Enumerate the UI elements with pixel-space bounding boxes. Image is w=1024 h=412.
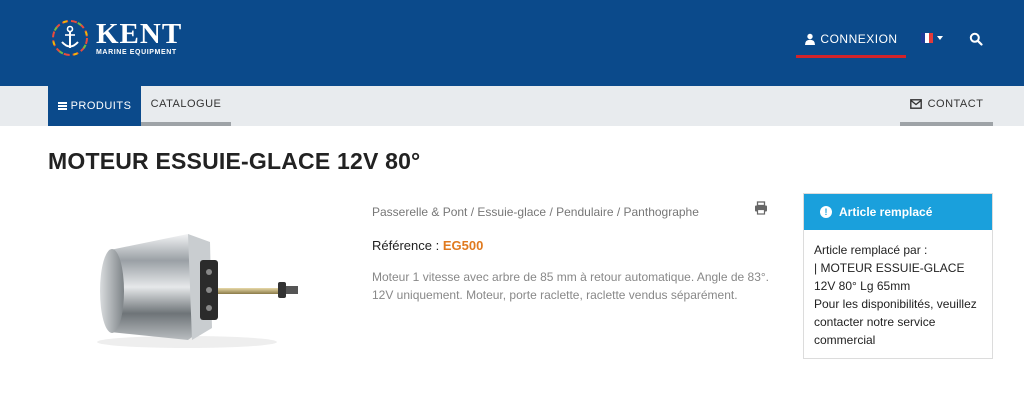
replaced-intro: Article remplacé par : [814, 243, 928, 257]
login-link[interactable]: CONNEXION [796, 24, 906, 58]
tab-catalogue-label: CATALOGUE [150, 98, 222, 110]
replaced-heading: Article remplacé [839, 205, 933, 219]
replacement-product-link[interactable]: | MOTEUR ESSUIE-GLACE 12V 80° Lg 65mm [814, 261, 964, 293]
product-reference: Référence : EG500 [372, 238, 483, 253]
tab-produits-label: PRODUITS [70, 100, 132, 112]
product-image[interactable] [92, 220, 307, 350]
product-description: Moteur 1 vitesse avec arbre de 85 mm à r… [372, 270, 770, 302]
breadcrumb-item[interactable]: Essuie-glace [477, 205, 546, 219]
info-icon: ! [820, 206, 832, 218]
site-header: KENT MARINE EQUIPMENT CONNEXION [0, 0, 1024, 86]
french-flag-icon [921, 33, 933, 43]
print-icon[interactable] [754, 201, 768, 215]
reference-value: EG500 [442, 238, 484, 253]
brand-tagline: MARINE EQUIPMENT [96, 48, 177, 56]
user-icon [805, 33, 816, 45]
breadcrumb-item[interactable]: Pendulaire / Panthographe [556, 205, 699, 219]
reference-label: Référence : [372, 238, 443, 253]
nav-underline-contact [900, 122, 993, 126]
replaced-header: ! Article remplacé [804, 194, 992, 230]
tab-contact[interactable]: CONTACT [900, 86, 993, 122]
kent-logo[interactable]: KENT MARINE EQUIPMENT [50, 16, 182, 60]
login-label: CONNEXION [820, 32, 898, 46]
breadcrumb-item[interactable]: Passerelle & Pont [372, 205, 467, 219]
anchor-logo-icon [52, 20, 88, 56]
replaced-article-box: ! Article remplacé Article remplacé par … [803, 193, 993, 359]
menu-icon [57, 102, 67, 110]
search-icon[interactable] [969, 32, 983, 46]
page-title: MOTEUR ESSUIE-GLACE 12V 80° [48, 148, 421, 174]
tab-produits[interactable]: PRODUITS [48, 86, 141, 126]
tab-contact-label: CONTACT [927, 98, 984, 110]
tab-catalogue[interactable]: CATALOGUE [141, 86, 231, 122]
caret-down-icon [937, 36, 943, 40]
availability-note: Pour les disponibilités, veuillez contac… [814, 297, 977, 347]
replaced-body: Article remplacé par : | MOTEUR ESSUIE-G… [804, 230, 992, 349]
language-selector[interactable] [921, 33, 943, 43]
brand-name: KENT [96, 17, 183, 50]
breadcrumb: Passerelle & Pont / Essuie-glace / Pendu… [372, 205, 699, 219]
envelope-icon [909, 99, 922, 109]
